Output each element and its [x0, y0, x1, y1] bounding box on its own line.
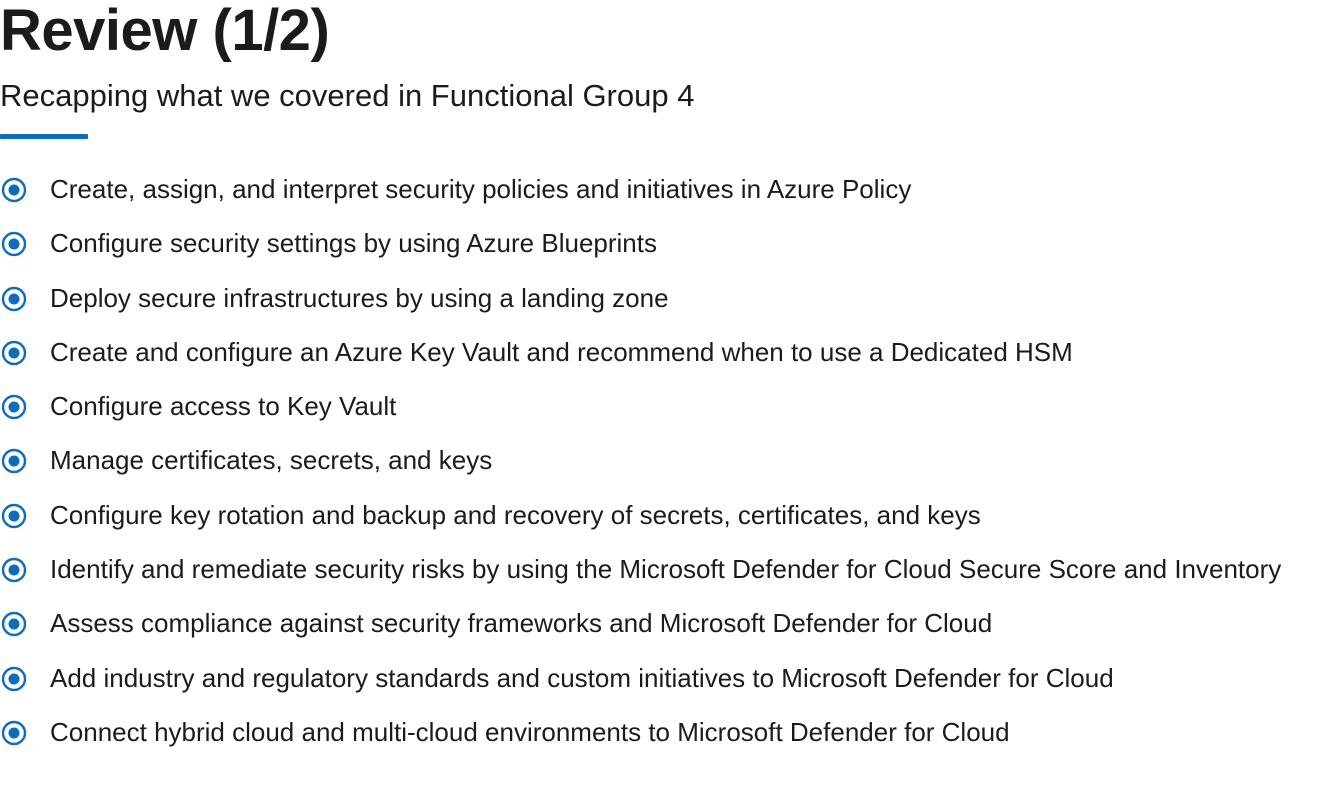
- radio-selected-icon: [1, 340, 27, 366]
- list-item-text: Configure access to Key Vault: [50, 391, 397, 422]
- list-item: Configure access to Key Vault: [0, 383, 1331, 430]
- radio-selected-icon: [1, 666, 27, 691]
- list-item-text: Assess compliance against security frame…: [50, 608, 993, 639]
- list-item-text: Configure key rotation and backup and re…: [50, 499, 981, 530]
- radio-selected-icon: [1, 557, 27, 583]
- radio-selected-icon: [1, 503, 27, 528]
- radio-selected-icon: [1, 177, 27, 203]
- list-item: Create, assign, and interpret security p…: [0, 166, 1331, 213]
- list-item-text: Manage certificates, secrets, and keys: [50, 445, 493, 476]
- list-item: Add industry and regulatory standards an…: [0, 655, 1331, 702]
- list-item-text: Create, assign, and interpret security p…: [50, 174, 912, 204]
- accent-bar: [0, 134, 88, 139]
- list-item: Identify and remediate security risks by…: [0, 546, 1331, 593]
- slide-title: Review (1/2): [0, 0, 330, 63]
- list-item-text: Identify and remediate security risks by…: [50, 554, 1282, 585]
- list-item-text: Deploy secure infrastructures by using a…: [50, 282, 669, 313]
- radio-selected-icon: [1, 232, 27, 257]
- slide: Review (1/2) Recapping what we covered i…: [0, 0, 1331, 810]
- list-item: Assess compliance against security frame…: [0, 600, 1331, 647]
- list-item: Configure security settings by using Azu…: [0, 220, 1331, 267]
- list-item-text: Create and configure an Azure Key Vault …: [50, 336, 1073, 367]
- radio-selected-icon: [1, 394, 27, 420]
- radio-selected-icon: [1, 449, 27, 474]
- list-item-text: Add industry and regulatory standards an…: [50, 662, 1114, 693]
- radio-selected-icon: [1, 286, 27, 311]
- slide-subtitle: Recapping what we covered in Functional …: [0, 78, 695, 113]
- list-item: Deploy secure infrastructures by using a…: [0, 275, 1331, 322]
- radio-selected-icon: [1, 720, 27, 746]
- review-list: Create, assign, and interpret security p…: [0, 166, 1331, 763]
- list-item: Connect hybrid cloud and multi-cloud env…: [0, 709, 1331, 756]
- list-item-text: Configure security settings by using Azu…: [50, 228, 657, 259]
- radio-selected-icon: [1, 612, 27, 637]
- list-item: Create and configure an Azure Key Vault …: [0, 329, 1331, 376]
- list-item: Configure key rotation and backup and re…: [0, 492, 1331, 539]
- list-item: Manage certificates, secrets, and keys: [0, 437, 1331, 484]
- list-item-text: Connect hybrid cloud and multi-cloud env…: [50, 716, 1010, 747]
